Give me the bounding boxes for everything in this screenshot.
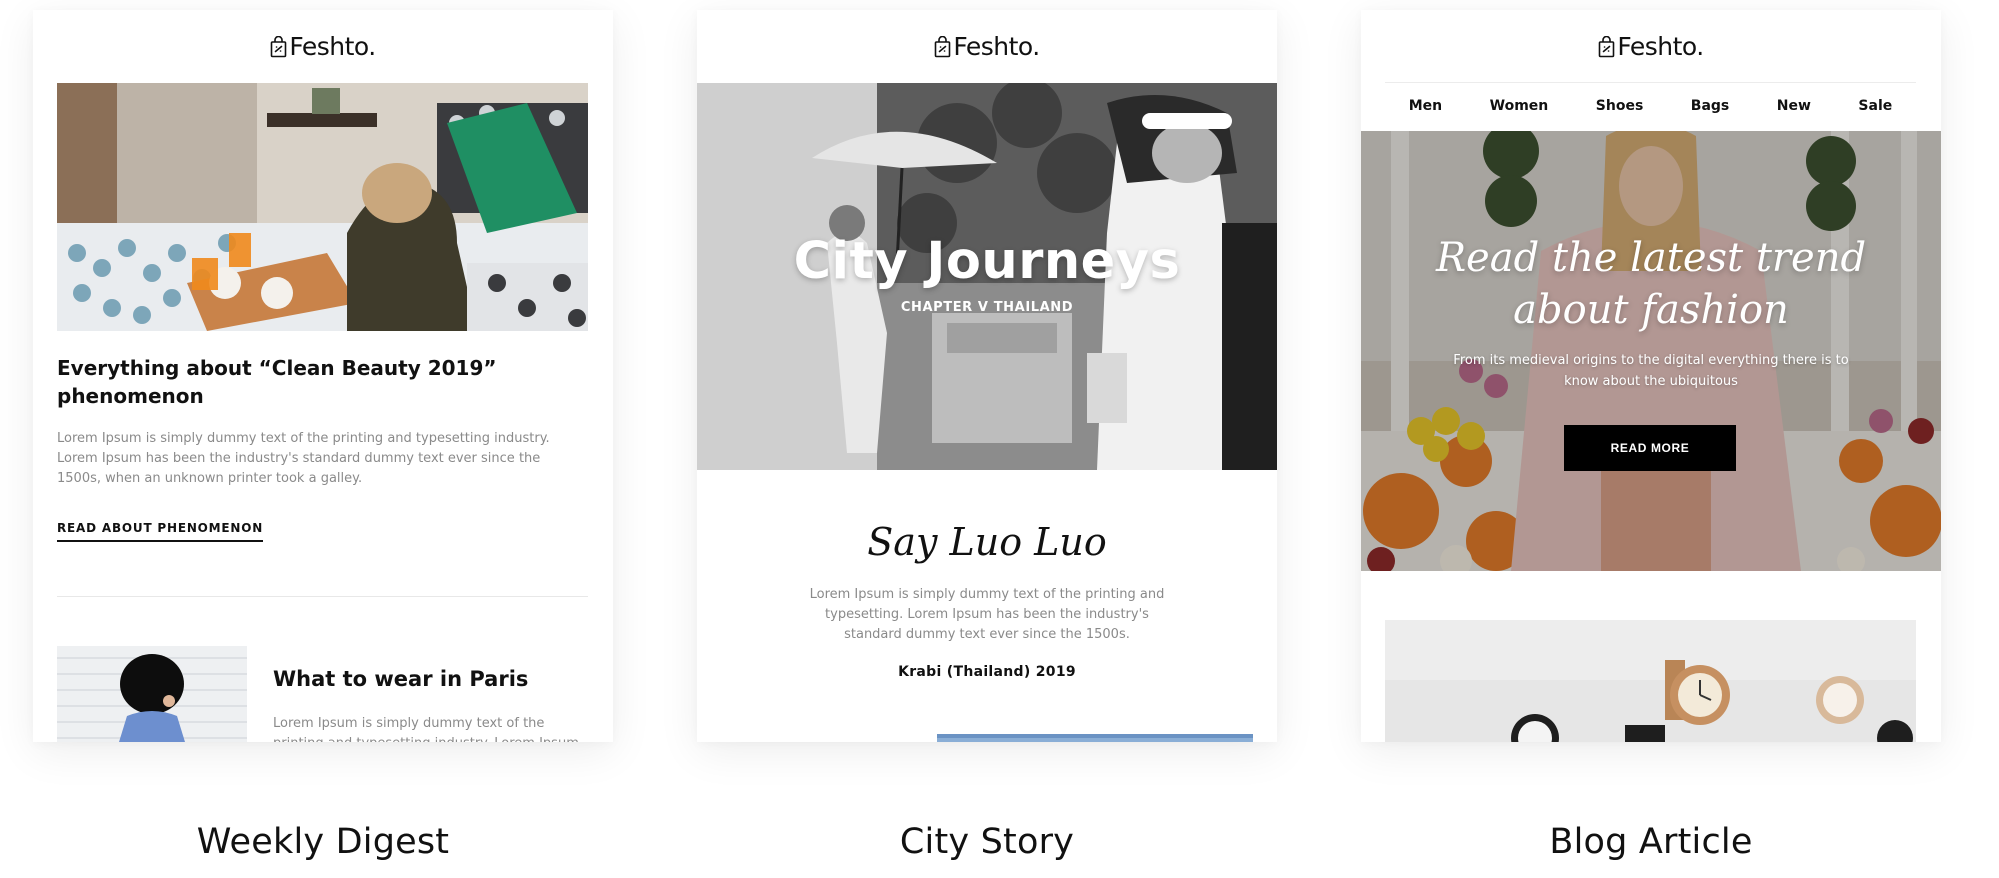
story-body: Lorem Ipsum is simply dummy text of the … <box>809 587 1165 642</box>
nav-item-new[interactable]: New <box>1777 98 1811 114</box>
brand-logo: Feshto. <box>1361 32 1941 61</box>
read-about-phenomenon-link[interactable]: READ ABOUT PHENOMENON <box>57 521 264 542</box>
shopping-bag-icon <box>935 35 951 57</box>
template-caption-blog-article: Blog Article <box>1549 822 1753 862</box>
article-sub-title: What to wear in Paris <box>273 667 529 691</box>
shopping-bag-icon <box>271 35 287 57</box>
black-hat-woman-photo <box>57 646 247 742</box>
nav-item-women[interactable]: Women <box>1490 98 1549 114</box>
section-divider <box>57 596 588 597</box>
watches-photo <box>1385 620 1916 742</box>
nav-item-bags[interactable]: Bags <box>1691 98 1729 114</box>
script-heading: Say Luo Luo <box>867 520 1107 564</box>
nav-item-men[interactable]: Men <box>1409 98 1442 114</box>
next-story-photo <box>937 734 1253 742</box>
nav-item-sale[interactable]: Sale <box>1858 98 1892 114</box>
brand-name: Feshto. <box>289 32 376 61</box>
hero-subtitle: CHAPTER V THAILAND <box>900 300 1074 315</box>
nav-item-shoes[interactable]: Shoes <box>1596 98 1644 114</box>
blog-article-template-card[interactable]: Feshto. Men Women Shoes Bags New Sale Re… <box>1361 10 1941 742</box>
article-title: Everything about “Clean Beauty 2019” phe… <box>57 356 497 408</box>
brand-name: Feshto. <box>953 32 1040 61</box>
hero-title: Read the latest trend about fashion <box>1435 235 1867 333</box>
city-story-template-card[interactable]: Feshto. City Journeys CHAPTER V THAILAND… <box>697 10 1277 742</box>
brand-logo: Feshto. <box>33 32 613 61</box>
read-more-button[interactable]: READ MORE <box>1564 425 1736 471</box>
brand-name: Feshto. <box>1617 32 1704 61</box>
brand-logo: Feshto. <box>697 32 1277 61</box>
category-nav: Men Women Shoes Bags New Sale <box>1385 98 1916 114</box>
hero-title: City Journeys <box>793 232 1181 291</box>
hero-body: From its medieval origins to the digital… <box>1453 353 1849 389</box>
article-sub-body: Lorem Ipsum is simply dummy text of the … <box>273 716 579 742</box>
shopping-bag-icon <box>1599 35 1615 57</box>
article-body: Lorem Ipsum is simply dummy text of the … <box>57 431 550 486</box>
location-year: Krabi (Thailand) 2019 <box>898 664 1076 680</box>
template-caption-weekly-digest: Weekly Digest <box>196 822 450 862</box>
nav-divider <box>1385 82 1916 83</box>
template-caption-city-story: City Story <box>899 822 1075 862</box>
breakfast-in-bed-photo <box>57 83 588 331</box>
weekly-digest-template-card[interactable]: Feshto. Everything about “Clean Beauty 2… <box>33 10 613 742</box>
